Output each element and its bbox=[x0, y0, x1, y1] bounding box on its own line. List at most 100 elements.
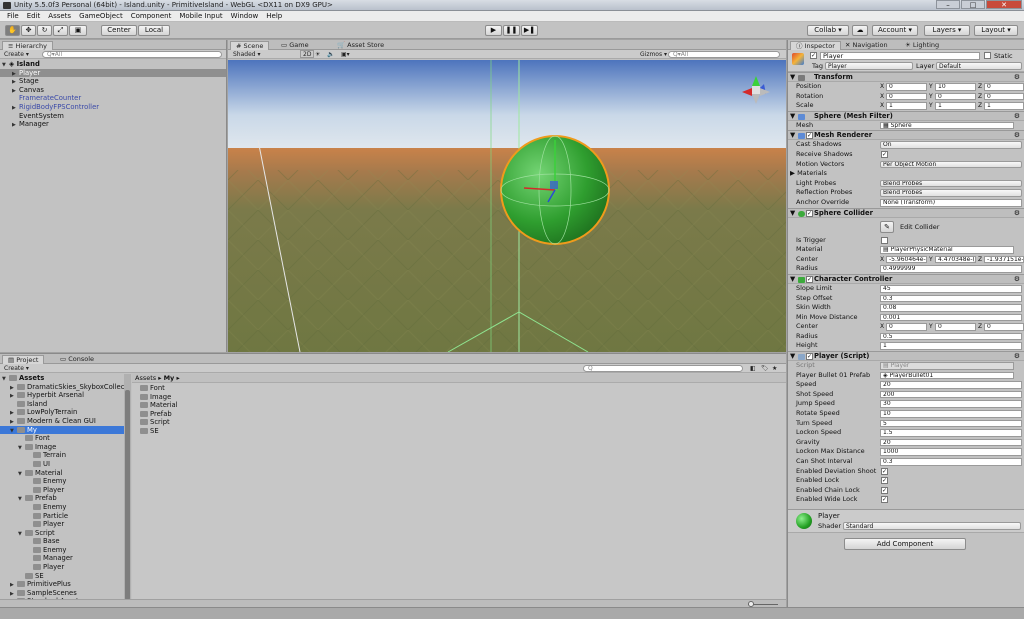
cc-radius-field[interactable]: 0.5 bbox=[880, 332, 1022, 341]
hierarchy-item[interactable]: ▶ Canvas bbox=[0, 86, 226, 95]
tab-game[interactable]: ▭ Game bbox=[276, 41, 314, 50]
mesh-field[interactable]: ▦ Sphere bbox=[880, 121, 1014, 130]
tab-inspector[interactable]: ⓘ Inspector bbox=[790, 41, 841, 50]
component-settings-icon[interactable]: ⚙ bbox=[1014, 73, 1020, 82]
player-script-header[interactable]: ▼ ✓ Player (Script) ⚙ bbox=[788, 351, 1024, 362]
tab-navigation[interactable]: ✕ Navigation bbox=[840, 41, 893, 50]
material-section[interactable]: Player Shader Standard bbox=[788, 508, 1024, 533]
anchor-override-field[interactable]: None (Transform) bbox=[880, 198, 1022, 207]
collider-center-y[interactable]: 4.470348e-( bbox=[935, 255, 976, 264]
project-folder-item[interactable]: ▶ Modern & Clean GUI bbox=[0, 417, 124, 426]
project-folder-item[interactable]: ▼ Prefab bbox=[0, 494, 124, 503]
hierarchy-item[interactable]: FramerateCounter bbox=[0, 94, 226, 103]
collab-button[interactable]: Collab ▾ bbox=[807, 25, 849, 36]
component-settings-icon[interactable]: ⚙ bbox=[1014, 209, 1020, 218]
add-component-button[interactable]: Add Component bbox=[844, 537, 966, 550]
tree-scrollbar-thumb[interactable] bbox=[125, 390, 130, 600]
project-folder-item[interactable]: Enemy bbox=[0, 503, 124, 512]
breadcrumb-assets[interactable]: Assets ▸ bbox=[135, 374, 161, 382]
mesh-renderer-header[interactable]: ▼ ✓ Mesh Renderer ⚙ bbox=[788, 130, 1024, 141]
project-folder-item[interactable]: Enemy bbox=[0, 546, 124, 555]
character-controller-enabled-checkbox[interactable]: ✓ bbox=[806, 275, 813, 283]
project-folder-item[interactable]: ▶ PrimitivePlus bbox=[0, 580, 124, 589]
object-name-field[interactable]: Player bbox=[820, 52, 980, 60]
collider-material-field[interactable]: ▤ PlayerPhysicMaterial bbox=[880, 246, 1014, 254]
hierarchy-search-input[interactable]: Q▾All bbox=[42, 51, 222, 58]
cc-field-value[interactable]: 0.001 bbox=[880, 313, 1022, 322]
cloud-icon[interactable]: ☁ bbox=[852, 25, 868, 36]
project-folder-item[interactable]: ▶DramaticSkies_SkyboxCollection bbox=[0, 383, 124, 392]
expand-arrow-icon[interactable]: ▶ bbox=[12, 121, 19, 130]
menu-gameobject[interactable]: GameObject bbox=[75, 11, 127, 21]
effects-toggle-icon[interactable]: ▣▾ bbox=[341, 51, 350, 58]
hierarchy-item[interactable]: ▶ Player bbox=[0, 68, 226, 78]
mesh-filter-header[interactable]: ▼ Sphere (Mesh Filter) ⚙ bbox=[788, 110, 1024, 121]
project-folder-item[interactable]: Player bbox=[0, 563, 124, 572]
cc-center-x[interactable]: 0 bbox=[886, 323, 927, 331]
rect-tool-icon[interactable]: ▣ bbox=[69, 25, 87, 36]
bullet-prefab-field[interactable]: ◈ PlayerBullet01 bbox=[880, 371, 1014, 380]
menu-mobile-input[interactable]: Mobile Input bbox=[175, 11, 226, 21]
script-field-value[interactable]: 200 bbox=[880, 390, 1022, 399]
tab-asset-store[interactable]: 🛒 Asset Store bbox=[332, 41, 389, 50]
component-settings-icon[interactable]: ⚙ bbox=[1014, 112, 1020, 121]
script-checkbox[interactable]: ✓ bbox=[881, 477, 888, 485]
cc-field-value[interactable]: 45 bbox=[880, 284, 1022, 293]
tree-scrollbar[interactable] bbox=[124, 374, 131, 600]
tag-dropdown[interactable]: Player bbox=[825, 62, 913, 70]
transform-y-field[interactable]: 1 bbox=[935, 102, 976, 110]
script-checkbox[interactable]: ✓ bbox=[881, 486, 888, 494]
asset-folder-item[interactable]: Font bbox=[140, 384, 786, 393]
transform-x-field[interactable]: 1 bbox=[886, 102, 927, 110]
pivot-center-button[interactable]: Center bbox=[101, 25, 137, 36]
active-checkbox[interactable]: ✓ bbox=[810, 52, 817, 59]
tab-lighting[interactable]: ☀ Lighting bbox=[900, 41, 944, 50]
transform-z-field[interactable]: 0 bbox=[984, 83, 1024, 91]
cc-center-y[interactable]: 0 bbox=[935, 323, 976, 331]
project-folder-item[interactable]: ▼ Material bbox=[0, 469, 124, 478]
tab-console[interactable]: ▭ Console bbox=[55, 355, 99, 364]
project-folder-item[interactable]: ▼ Image bbox=[0, 443, 124, 452]
cc-field-value[interactable]: 0.3 bbox=[880, 294, 1022, 303]
filter-by-type-icon[interactable]: ◧ bbox=[750, 365, 756, 372]
maximize-button[interactable]: □ bbox=[961, 0, 985, 9]
play-button[interactable]: ▶ bbox=[485, 25, 502, 36]
project-folder-item[interactable]: Player bbox=[0, 520, 124, 529]
is-trigger-checkbox[interactable] bbox=[881, 236, 888, 244]
account-button[interactable]: Account ▾ bbox=[872, 25, 918, 36]
scale-tool-icon[interactable]: ⤢ bbox=[53, 25, 68, 36]
transform-z-field[interactable]: 1 bbox=[984, 102, 1024, 110]
transform-x-field[interactable]: 0 bbox=[886, 92, 927, 101]
project-folder-item[interactable]: ▼ My bbox=[0, 425, 124, 435]
project-folder-item[interactable]: Base bbox=[0, 537, 124, 546]
shader-dropdown[interactable]: Standard bbox=[843, 521, 1021, 530]
layout-button[interactable]: Layout ▾ bbox=[974, 25, 1018, 36]
cc-height-field[interactable]: 1 bbox=[880, 342, 1022, 351]
transform-y-field[interactable]: 0 bbox=[935, 92, 976, 101]
reflection-probes-dropdown[interactable]: Blend Probes bbox=[880, 189, 1022, 197]
space-local-button[interactable]: Local bbox=[138, 25, 170, 36]
filter-by-label-icon[interactable]: 🏷 bbox=[761, 365, 769, 372]
minimize-button[interactable]: – bbox=[936, 0, 960, 9]
motion-vectors-dropdown[interactable]: Per Object Motion bbox=[880, 160, 1022, 169]
collider-center-z[interactable]: -1.937151e- bbox=[984, 255, 1024, 264]
project-folder-item[interactable]: SE bbox=[0, 572, 124, 581]
audio-toggle-icon[interactable]: 🔈 bbox=[327, 51, 334, 58]
cast-shadows-dropdown[interactable]: On bbox=[880, 141, 1022, 149]
collider-center-x[interactable]: -5.960464e- bbox=[886, 255, 927, 264]
menu-help[interactable]: Help bbox=[262, 11, 286, 21]
project-search-input[interactable]: Q bbox=[583, 365, 743, 372]
2d-toggle[interactable]: 2D bbox=[300, 50, 315, 58]
edit-collider-icon[interactable]: ✎ bbox=[880, 220, 894, 233]
project-folder-item[interactable]: ▶ LowPolyTerrain bbox=[0, 408, 124, 417]
project-folder-item[interactable]: ▶ Hyperbit Arsenal bbox=[0, 391, 124, 400]
asset-folder-item[interactable]: Material bbox=[140, 401, 786, 410]
transform-z-field[interactable]: 0 bbox=[984, 92, 1024, 101]
static-checkbox[interactable] bbox=[984, 52, 991, 59]
cc-field-value[interactable]: 0.08 bbox=[880, 304, 1022, 312]
script-field-value[interactable]: 0.3 bbox=[880, 458, 1022, 466]
project-folder-item[interactable]: Player bbox=[0, 486, 124, 495]
hierarchy-item[interactable]: ▶ RigidBodyFPSController bbox=[0, 103, 226, 112]
save-search-icon[interactable]: ★ bbox=[772, 365, 777, 372]
scene-search-input[interactable]: Q▾All bbox=[668, 51, 780, 58]
